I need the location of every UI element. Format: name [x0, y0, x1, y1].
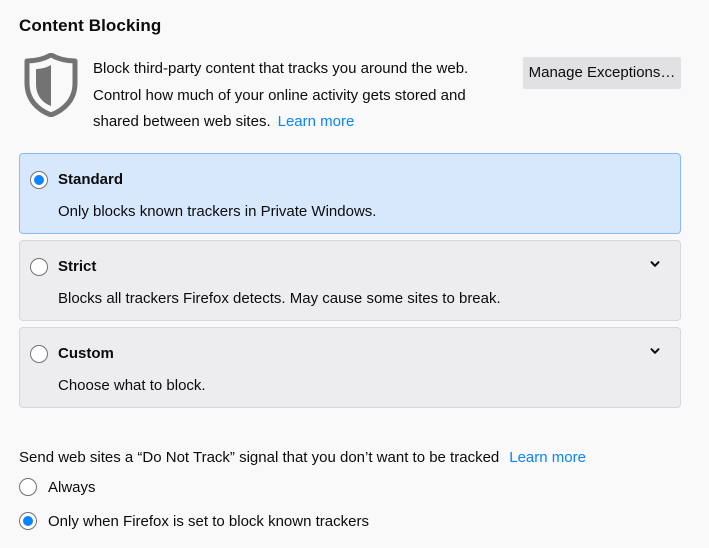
custom-radio[interactable]	[30, 345, 48, 363]
do-not-track-label: Send web sites a “Do Not Track” signal t…	[19, 449, 586, 466]
content-blocking-description: Block third-party content that tracks yo…	[93, 56, 513, 136]
learn-more-link[interactable]: Learn more	[278, 113, 355, 130]
strict-option-card[interactable]: Strict Blocks all trackers Firefox detec…	[19, 240, 681, 321]
standard-radio[interactable]	[30, 171, 48, 189]
dnt-only-when-label: Only when Firefox is set to block known …	[48, 513, 369, 530]
dnt-learn-more-link[interactable]: Learn more	[509, 449, 586, 466]
custom-option-title: Custom	[58, 345, 114, 362]
standard-option-title: Standard	[58, 171, 124, 188]
custom-option-description: Choose what to block.	[58, 377, 206, 394]
chevron-down-icon[interactable]	[649, 258, 661, 270]
manage-exceptions-button[interactable]: Manage Exceptions…	[523, 57, 681, 89]
dnt-always-option[interactable]: Always	[19, 478, 99, 498]
description-line-3: shared between web sites. Learn more	[93, 109, 513, 136]
description-line-3-text: shared between web sites.	[93, 113, 271, 131]
dnt-always-radio[interactable]	[19, 478, 37, 496]
description-line-2: Control how much of your online activity…	[93, 86, 466, 104]
standard-option-card[interactable]: Standard Only blocks known trackers in P…	[19, 153, 681, 234]
strict-option-description: Blocks all trackers Firefox detects. May…	[58, 290, 501, 307]
standard-option-description: Only blocks known trackers in Private Wi…	[58, 203, 377, 220]
chevron-down-icon[interactable]	[649, 345, 661, 357]
strict-option-title: Strict	[58, 258, 97, 275]
custom-option-card[interactable]: Custom Choose what to block.	[19, 327, 681, 408]
dnt-only-when-radio[interactable]	[19, 512, 37, 530]
shield-icon	[24, 53, 78, 117]
section-title: Content Blocking	[19, 16, 162, 35]
dnt-only-when-option[interactable]: Only when Firefox is set to block known …	[19, 512, 379, 532]
do-not-track-text: Send web sites a “Do Not Track” signal t…	[19, 449, 500, 466]
dnt-always-label: Always	[48, 479, 96, 496]
description-line-1: Block third-party content that tracks yo…	[93, 60, 469, 77]
strict-radio[interactable]	[30, 258, 48, 276]
